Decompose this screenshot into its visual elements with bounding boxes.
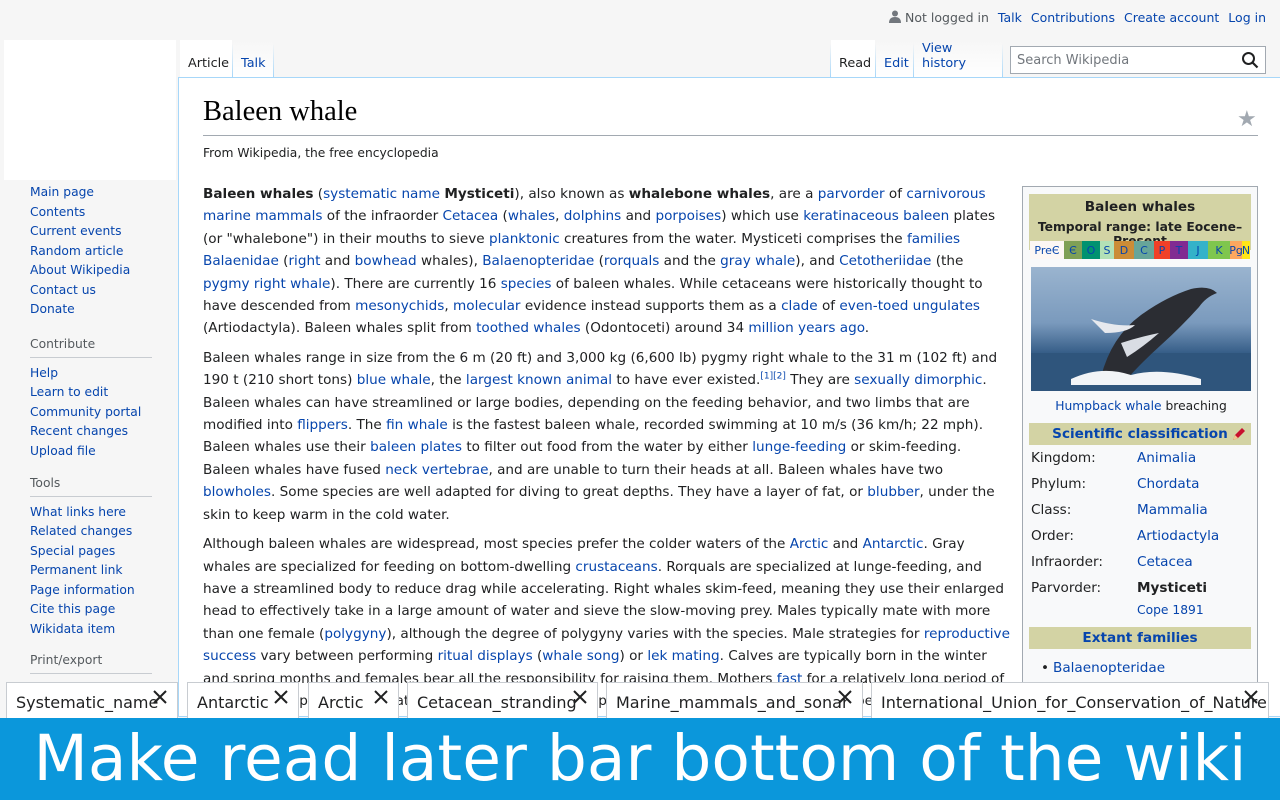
infobox-header: Baleen whales Temporal range: late Eocen…: [1029, 194, 1251, 259]
close-icon[interactable]: [571, 688, 589, 706]
sidebar-item-cite-this-page[interactable]: Cite this page: [30, 600, 152, 620]
timeline-devonian[interactable]: D: [1114, 241, 1134, 259]
sidebar-item-recent-changes[interactable]: Recent changes: [30, 422, 152, 442]
sidebar-item-special-pages[interactable]: Special pages: [30, 542, 152, 562]
tab-separator: [273, 44, 274, 77]
talk-link[interactable]: Talk: [998, 10, 1022, 25]
read-later-item[interactable]: Marine_mammals_and_sonar: [606, 682, 863, 718]
timeline-cretaceous[interactable]: K: [1208, 241, 1230, 259]
read-later-item[interactable]: Antarctic: [187, 682, 299, 718]
sidebar: Main page Contents Current events Random…: [0, 0, 178, 800]
sidebar-item-current-events[interactable]: Current events: [30, 222, 130, 242]
article-body: Baleen whales (systematic name Mysticeti…: [203, 183, 1011, 742]
sidebar-item-donate[interactable]: Donate: [30, 300, 130, 320]
close-icon[interactable]: [372, 688, 390, 706]
scientific-classification-heading: Scientific classification: [1029, 423, 1251, 445]
humpback-whale-image[interactable]: [1031, 267, 1251, 391]
sidebar-item-community-portal[interactable]: Community portal: [30, 403, 152, 423]
user-icon: [889, 10, 902, 23]
timeline-ordovician[interactable]: O: [1082, 241, 1100, 259]
caption-link[interactable]: Humpback whale: [1055, 399, 1161, 413]
close-icon[interactable]: [272, 688, 290, 706]
tab-article[interactable]: Article: [180, 40, 232, 77]
sidebar-item-main-page[interactable]: Main page: [30, 183, 130, 203]
print-export-heading: Print/export: [30, 651, 152, 674]
edit-pencil-icon[interactable]: [1231, 426, 1247, 442]
tab-edit[interactable]: Edit: [876, 40, 913, 77]
timeline-neogene[interactable]: N: [1242, 241, 1250, 259]
paragraph-2: Baleen whales range in size from the 6 m…: [203, 349, 998, 523]
tools-heading: Tools: [30, 474, 152, 497]
read-later-item[interactable]: Cetacean_stranding: [407, 682, 598, 718]
log-in-link[interactable]: Log in: [1228, 10, 1266, 25]
timeline-paleogene[interactable]: Pg: [1229, 241, 1243, 259]
tagline: From Wikipedia, the free encyclopedia: [203, 146, 439, 160]
timeline-jurassic[interactable]: J: [1188, 241, 1208, 259]
sidebar-item-contact[interactable]: Contact us: [30, 281, 130, 301]
contribute-heading: Contribute: [30, 335, 152, 358]
print-portal: Print/export: [30, 651, 152, 680]
contribute-portal: Contribute Help Learn to edit Community …: [30, 335, 152, 461]
not-logged-in: Not logged in: [889, 9, 989, 25]
personal-tools: Not logged in Talk Contributions Create …: [889, 9, 1266, 25]
tab-talk[interactable]: Talk: [233, 40, 273, 77]
search-placeholder: Search Wikipedia: [1017, 53, 1130, 68]
timeline-prec[interactable]: PreЄ: [1030, 241, 1064, 259]
timeline-permian[interactable]: P: [1154, 241, 1170, 259]
sidebar-item-help[interactable]: Help: [30, 364, 152, 384]
read-later-item[interactable]: Systematic_name: [6, 682, 178, 718]
timeline-silurian[interactable]: S: [1100, 241, 1114, 259]
bullet: •: [1041, 660, 1050, 676]
tools-portal: Tools What links here Related changes Sp…: [30, 474, 152, 639]
paragraph-1: Baleen whales (systematic name Mysticeti…: [203, 186, 996, 337]
read-later-bar: Systematic_name Antarctic Arctic Cetacea…: [0, 682, 1280, 718]
sidebar-item-contents[interactable]: Contents: [30, 203, 130, 223]
promo-banner: Make read later bar bottom of the wiki: [0, 718, 1280, 800]
infobox-title: Baleen whales: [1084, 199, 1196, 215]
sidebar-item-upload-file[interactable]: Upload file: [30, 442, 152, 462]
sidebar-item-learn-to-edit[interactable]: Learn to edit: [30, 383, 152, 403]
timeline-triassic[interactable]: T: [1170, 241, 1188, 259]
timeline-carboniferous[interactable]: C: [1134, 241, 1154, 259]
sidebar-item-permanent-link[interactable]: Permanent link: [30, 561, 152, 581]
close-icon[interactable]: [1242, 688, 1260, 706]
infobox: Baleen whales Temporal range: late Eocen…: [1022, 186, 1258, 726]
close-icon[interactable]: [836, 688, 854, 706]
tab-view-history[interactable]: View history: [914, 40, 1002, 77]
contributions-link[interactable]: Contributions: [1031, 10, 1115, 25]
search-icon[interactable]: [1241, 51, 1259, 69]
close-icon[interactable]: [151, 688, 169, 706]
watch-star-icon[interactable]: ★: [1237, 107, 1257, 132]
title-divider: [203, 135, 1258, 136]
read-later-item[interactable]: International_Union_for_Conservation_of_…: [871, 682, 1269, 718]
tab-separator: [1002, 44, 1003, 77]
geologic-timeline: PreЄ Є O S D C P T J K Pg N: [1030, 241, 1250, 259]
read-later-item[interactable]: Arctic: [308, 682, 399, 718]
search-input[interactable]: Search Wikipedia: [1010, 46, 1266, 74]
image-caption: Humpback whale breaching: [1055, 399, 1227, 413]
sidebar-item-what-links-here[interactable]: What links here: [30, 503, 152, 523]
tab-read[interactable]: Read: [831, 40, 875, 77]
navigation-portal: Main page Contents Current events Random…: [30, 183, 130, 320]
extant-families-heading[interactable]: Extant families: [1029, 627, 1251, 649]
sidebar-item-about[interactable]: About Wikipedia: [30, 261, 130, 281]
create-account-link[interactable]: Create account: [1124, 10, 1219, 25]
sidebar-item-related-changes[interactable]: Related changes: [30, 522, 152, 542]
timeline-cambrian[interactable]: Є: [1064, 241, 1082, 259]
logo[interactable]: [4, 40, 176, 180]
sidebar-item-random-article[interactable]: Random article: [30, 242, 130, 262]
sidebar-item-page-information[interactable]: Page information: [30, 581, 152, 601]
sidebar-item-wikidata-item[interactable]: Wikidata item: [30, 620, 152, 640]
whale-illustration: [1031, 287, 1251, 391]
page-title: Baleen whale: [203, 96, 358, 127]
